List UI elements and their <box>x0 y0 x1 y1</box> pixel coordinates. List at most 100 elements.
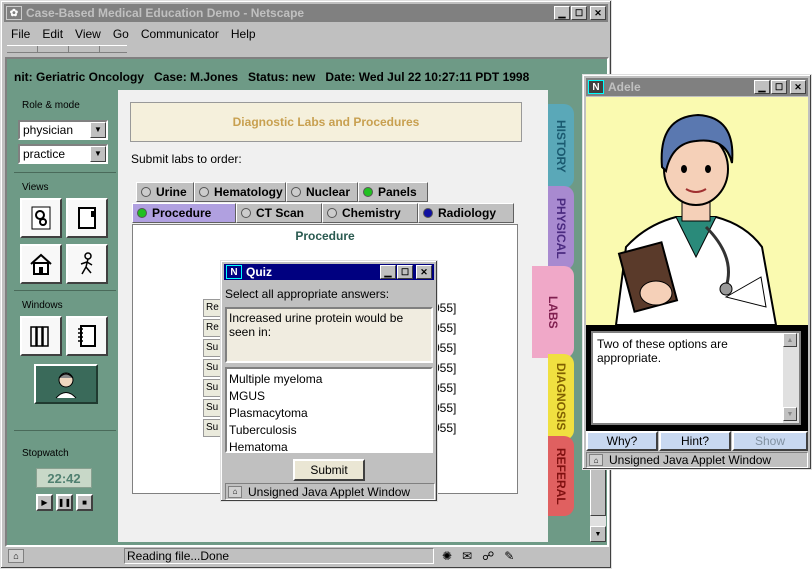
close-button[interactable]: ✕ <box>416 265 432 279</box>
menu-edit[interactable]: Edit <box>36 25 69 43</box>
list-item[interactable]: Tuberculosis <box>229 422 429 439</box>
sidebar: Role & mode physician ▼ practice ▼ Views… <box>14 90 116 542</box>
views-label: Views <box>22 182 49 193</box>
browser-status-bar: ⌂ Reading file...Done ✺ ✉ ☍ ✎ <box>4 547 608 565</box>
tab-history[interactable]: HISTORY <box>548 104 574 188</box>
spiral-notebook-window-button[interactable] <box>66 316 108 356</box>
scroll-down-icon[interactable]: ▼ <box>783 407 797 421</box>
tab-panels[interactable]: Panels <box>358 182 428 202</box>
home-view-button[interactable] <box>20 244 62 284</box>
quiz-question: Increased urine protein would be seen in… <box>229 311 404 339</box>
tab-nuclear[interactable]: Nuclear <box>286 182 358 202</box>
status-dot-icon <box>423 208 433 218</box>
adele-titlebar[interactable]: N Adele ▁ ☐ ✕ <box>586 78 808 96</box>
applet-warning-icon: ⌂ <box>589 454 603 466</box>
role-mode-label: Role & mode <box>22 100 80 111</box>
tab-labs[interactable]: LABS <box>532 266 574 358</box>
tab-radiology[interactable]: Radiology <box>418 203 514 223</box>
home-icon <box>30 253 52 275</box>
submit-button[interactable]: Submit <box>293 459 365 481</box>
tab-procedure[interactable]: Procedure <box>132 203 236 223</box>
minimize-button[interactable]: ▁ <box>754 80 770 94</box>
list-item[interactable]: Multiple myeloma <box>229 371 429 388</box>
tab-chemistry[interactable]: Chemistry <box>322 203 418 223</box>
gears-view-button[interactable] <box>20 198 62 238</box>
scroll-up-icon[interactable]: ▲ <box>783 333 797 347</box>
windows-label: Windows <box>22 300 63 311</box>
netscape-n-icon: N <box>588 80 604 94</box>
play-button[interactable]: ▶ <box>36 494 53 511</box>
role-select[interactable]: physician ▼ <box>18 120 108 140</box>
minimize-button[interactable]: ▁ <box>380 265 396 279</box>
tab-chemistry-label: Chemistry <box>342 206 401 220</box>
tab-urine[interactable]: Urine <box>136 182 194 202</box>
quiz-applet-status-text: Unsigned Java Applet Window <box>248 484 411 499</box>
menu-view[interactable]: View <box>69 25 107 43</box>
list-item[interactable]: MGUS <box>229 388 429 405</box>
menu-bar: File Edit View Go Communicator Help <box>5 25 262 43</box>
menu-file[interactable]: File <box>5 25 36 43</box>
list-item[interactable]: Plasmacytoma <box>229 405 429 422</box>
hint-button[interactable]: Hint? <box>659 431 731 451</box>
maximize-button[interactable]: ☐ <box>397 265 413 279</box>
adele-window-button[interactable] <box>34 364 98 404</box>
quiz-titlebar[interactable]: N Quiz ▁ ☐ ✕ <box>224 264 434 280</box>
stop-button[interactable]: ■ <box>76 494 93 511</box>
stopwatch-controls: ▶ ❚❚ ■ <box>36 494 96 514</box>
status-dot-icon <box>291 187 301 197</box>
show-button[interactable]: Show <box>732 431 808 451</box>
tab-history-label: HISTORY <box>554 119 568 173</box>
mode-select[interactable]: practice ▼ <box>18 144 108 164</box>
quiz-options-list[interactable]: Multiple myeloma MGUS Plasmacytoma Tuber… <box>225 367 433 456</box>
tab-hematology[interactable]: Hematology <box>194 182 286 202</box>
pause-button[interactable]: ❚❚ <box>56 494 73 511</box>
menu-communicator[interactable]: Communicator <box>135 25 225 43</box>
library-window-button[interactable] <box>20 316 62 356</box>
tab-panels-label: Panels <box>378 185 417 199</box>
tab-physical-label: PHYSICAL <box>554 197 568 259</box>
adele-message: Two of these options are appropriate. <box>597 337 728 365</box>
close-button[interactable]: ✕ <box>790 80 806 94</box>
status-text: Reading file...Done <box>124 548 434 564</box>
instruction-text: Submit labs to order: <box>131 152 242 166</box>
tab-ct-scan[interactable]: CT Scan <box>236 203 322 223</box>
discussion-icon[interactable]: ☍ <box>482 549 494 563</box>
tab-referal[interactable]: REFERAL <box>548 436 574 516</box>
menu-go[interactable]: Go <box>107 25 135 43</box>
security-lock-icon: ⌂ <box>8 549 24 563</box>
tab-ct-scan-label: CT Scan <box>256 206 305 220</box>
adele-applet-status: ⌂ Unsigned Java Applet Window <box>586 452 808 468</box>
tab-referal-label: REFERAL <box>554 447 568 505</box>
case-info-text: nit: Geriatric Oncology Case: M.Jones St… <box>14 70 530 84</box>
navigator-icon[interactable]: ✺ <box>442 549 452 563</box>
spiral-notebook-icon <box>78 325 96 347</box>
close-button[interactable]: ✕ <box>590 6 606 20</box>
tab-hematology-label: Hematology <box>214 185 283 199</box>
scroll-down-icon[interactable]: ▼ <box>590 526 606 542</box>
tab-physical[interactable]: PHYSICAL <box>548 186 574 270</box>
chevron-down-icon[interactable]: ▼ <box>90 146 106 162</box>
status-dot-icon <box>141 187 151 197</box>
gears-icon <box>31 206 51 230</box>
notebook-view-button[interactable] <box>66 198 108 238</box>
quiz-prompt: Select all appropriate answers: <box>225 287 390 301</box>
menu-help[interactable]: Help <box>225 25 262 43</box>
stopwatch-display: 22:42 <box>36 468 92 488</box>
maximize-button[interactable]: ☐ <box>771 80 787 94</box>
page-title: Diagnostic Labs and Procedures <box>130 102 522 142</box>
why-button[interactable]: Why? <box>586 431 658 451</box>
toolbar-grips[interactable] <box>7 45 127 53</box>
chevron-down-icon[interactable]: ▼ <box>90 122 106 138</box>
adele-character <box>586 97 808 325</box>
quiz-question-field[interactable]: Increased urine protein would be seen in… <box>225 307 433 363</box>
message-scrollbar[interactable]: ▲ ▼ <box>783 333 799 423</box>
maximize-button[interactable]: ☐ <box>571 6 587 20</box>
composer-icon[interactable]: ✎ <box>504 549 514 563</box>
tab-diagnosis[interactable]: DIAGNOSIS <box>548 354 574 440</box>
browser-titlebar[interactable]: ✿ Case-Based Medical Education Demo - Ne… <box>4 4 608 22</box>
minimize-button[interactable]: ▁ <box>554 6 570 20</box>
mail-icon[interactable]: ✉ <box>462 549 472 563</box>
walking-person-view-button[interactable] <box>66 244 108 284</box>
list-item[interactable]: Hematoma <box>229 439 429 456</box>
stop-icon: ■ <box>82 498 87 507</box>
